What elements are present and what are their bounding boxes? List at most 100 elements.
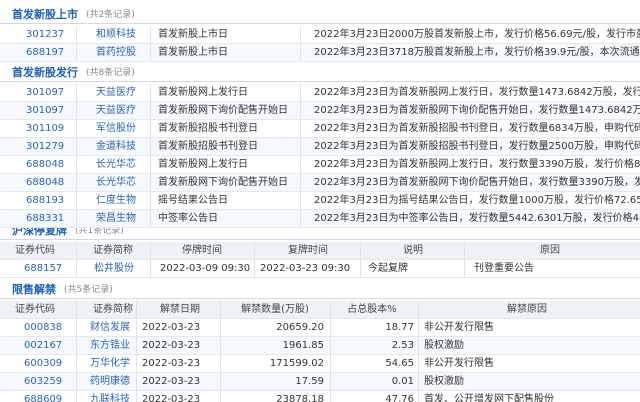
column-divider xyxy=(150,44,151,61)
column-header: 证券代码 xyxy=(15,245,55,256)
event-description: 2022年3月23日为首发新股招股书刊登日，发行数量2500万股，申购代码3 xyxy=(314,141,640,152)
event-type: 首发新股网上发行日 xyxy=(158,159,248,170)
column-divider xyxy=(418,337,419,354)
issuance-row: 301279 金道科技 首发新股招股书刊登日 2022年3月23日为首发新股招股书刊登… xyxy=(0,138,640,156)
stock-code-link[interactable]: 002167 xyxy=(24,337,74,354)
stock-code-link[interactable]: 600309 xyxy=(24,355,74,372)
column-divider xyxy=(76,242,77,259)
unlock-date: 2022-03-23 xyxy=(142,394,201,402)
stock-name-link[interactable]: 荣昌生物 xyxy=(96,210,148,227)
stock-name-link[interactable]: 万华化学 xyxy=(90,355,136,372)
issuance-row: 301109 军信股份 首发新股招股书刊登日 2022年3月23日为首发新股招股书刊登… xyxy=(0,120,640,138)
unlock-date: 2022-03-23 xyxy=(142,358,201,369)
stock-name-link[interactable]: 松井股份 xyxy=(94,260,148,277)
column-divider xyxy=(150,174,151,191)
unlock-header-row: 证券代码 证券简称 解禁日期 解禁数量(万股) 占总股本% 解禁原因 xyxy=(0,301,640,319)
event-description: 2022年3月23日为首发新股网下询价配售开始日，发行数量3390万股，发行价 xyxy=(314,177,640,188)
stock-name-link[interactable]: 首药控股 xyxy=(96,44,148,61)
stock-name-link[interactable]: 药明康德 xyxy=(90,373,136,390)
stock-code-link[interactable]: 000838 xyxy=(24,319,74,336)
unlock-date: 2022-03-23 xyxy=(142,340,201,351)
stock-name-link[interactable]: 九联科技 xyxy=(90,391,136,402)
stock-code-link[interactable]: 301237 xyxy=(26,26,74,43)
stock-code-link[interactable]: 301109 xyxy=(26,120,74,137)
event-description: 2022年3月23日为首发新股网上发行日，发行数量3390万股，发行价格80.8 xyxy=(314,159,640,170)
unlock-count: (共5条记录) xyxy=(64,285,113,295)
stock-code-link[interactable]: 301279 xyxy=(26,138,74,155)
stock-code-link[interactable]: 688197 xyxy=(26,44,74,61)
column-header: 证券简称 xyxy=(93,304,133,315)
unlock-quantity: 17.59 xyxy=(295,376,324,387)
column-divider xyxy=(76,138,77,155)
stock-name-link[interactable]: 长光华芯 xyxy=(96,156,148,173)
event-description: 2022年3月23日3718万股首发新股上市，发行价格39.9元/股，本次流通数 xyxy=(314,47,640,58)
column-divider xyxy=(418,355,419,372)
issuance-row: 688048 长光华芯 首发新股网下询价配售开始日 2022年3月23日为首发新股网下… xyxy=(0,174,640,192)
column-divider xyxy=(76,301,77,318)
stock-code-link[interactable]: 301097 xyxy=(26,84,74,101)
column-divider xyxy=(150,210,151,227)
column-divider xyxy=(300,44,301,61)
stock-code-link[interactable]: 688157 xyxy=(24,260,74,277)
column-divider xyxy=(150,260,151,277)
stock-name-link[interactable]: 财信发展 xyxy=(90,319,136,336)
stock-code-link[interactable]: 603259 xyxy=(24,373,74,390)
column-header: 复牌时间 xyxy=(288,245,328,256)
column-header: 原因 xyxy=(540,245,560,256)
stock-name-link[interactable]: 和顺科技 xyxy=(96,26,148,43)
stock-name-link[interactable]: 金道科技 xyxy=(96,138,148,155)
column-divider xyxy=(300,26,301,43)
unlock-section-header: 限售解禁 (共5条记录) xyxy=(0,279,640,299)
column-divider xyxy=(220,301,221,318)
stock-code-link[interactable]: 688193 xyxy=(26,192,74,209)
stock-name-link[interactable]: 东方锆业 xyxy=(90,337,136,354)
stock-name-link[interactable]: 长光华芯 xyxy=(96,174,148,191)
issuance-row: 301097 天益医疗 首发新股网下询价配售开始日 2022年3月23日为首发新股网下… xyxy=(0,102,640,120)
column-divider xyxy=(330,391,331,402)
event-type: 首发新股网上发行日 xyxy=(158,87,248,98)
stock-code-link[interactable]: 688331 xyxy=(26,210,74,227)
unlock-percent: 54.65 xyxy=(385,358,414,369)
unlock-row: 688609 九联科技 2022-03-23 23878.18 47.76 首发、公开增发… xyxy=(0,391,640,402)
column-divider xyxy=(330,355,331,372)
event-description: 2022年3月23日为首发新股招股书刊登日，发行数量6834万股，申购代码3 xyxy=(314,123,640,134)
stock-code-link[interactable]: 688048 xyxy=(26,156,74,173)
suspension-note: 今起复牌 xyxy=(368,263,408,274)
event-description: 2022年3月23日为中签率公告日，发行数量5442.6301万股，发行价格48… xyxy=(314,213,640,224)
unlock-reason: 股权激励 xyxy=(424,376,464,387)
column-divider xyxy=(136,355,137,372)
unlock-reason: 非公开发行限售 xyxy=(424,358,494,369)
unlock-quantity: 23878.18 xyxy=(276,394,324,402)
unlock-reason: 非公开发行限售 xyxy=(424,322,494,333)
resume-time: 2022-03-23 09:30 xyxy=(260,263,351,274)
column-divider xyxy=(136,337,137,354)
stock-name-link[interactable]: 天益医疗 xyxy=(96,84,148,101)
issuance-title: 首发新股发行 xyxy=(12,65,78,79)
column-header: 说明 xyxy=(403,245,423,256)
listing-row: 301237 和顺科技 首发新股上市日 2022年3月23日2000万股首发新股上市，… xyxy=(0,26,640,44)
column-divider xyxy=(220,391,221,402)
column-divider xyxy=(300,102,301,119)
column-divider xyxy=(150,156,151,173)
event-type: 摇号结果公告日 xyxy=(158,195,228,206)
column-divider xyxy=(150,138,151,155)
column-divider xyxy=(464,260,465,277)
stock-name-link[interactable]: 军信股份 xyxy=(96,120,148,137)
stock-code-link[interactable]: 688609 xyxy=(24,391,74,402)
column-divider xyxy=(136,373,137,390)
event-description: 2022年3月23日为首发新股网下询价配售开始日，发行数量1473.6842万股… xyxy=(314,105,640,116)
stock-name-link[interactable]: 仁度生物 xyxy=(96,192,148,209)
column-divider xyxy=(76,355,77,372)
unlock-reason: 首发、公开增发网下配售股份 xyxy=(424,394,554,402)
stock-code-link[interactable]: 301097 xyxy=(26,102,74,119)
issuance-count: (共8条记录) xyxy=(86,68,135,78)
issuance-section-header: 首发新股发行 (共8条记录) xyxy=(0,62,640,82)
column-header: 停牌时间 xyxy=(182,245,222,256)
unlock-date: 2022-03-23 xyxy=(142,322,201,333)
event-type: 首发新股招股书刊登日 xyxy=(158,123,258,134)
stock-name-link[interactable]: 天益医疗 xyxy=(96,102,148,119)
column-divider xyxy=(254,242,255,259)
column-divider xyxy=(360,260,361,277)
listing-row: 688197 首药控股 首发新股上市日 2022年3月23日3718万股首发新股上市，… xyxy=(0,44,640,62)
stock-code-link[interactable]: 688048 xyxy=(26,174,74,191)
